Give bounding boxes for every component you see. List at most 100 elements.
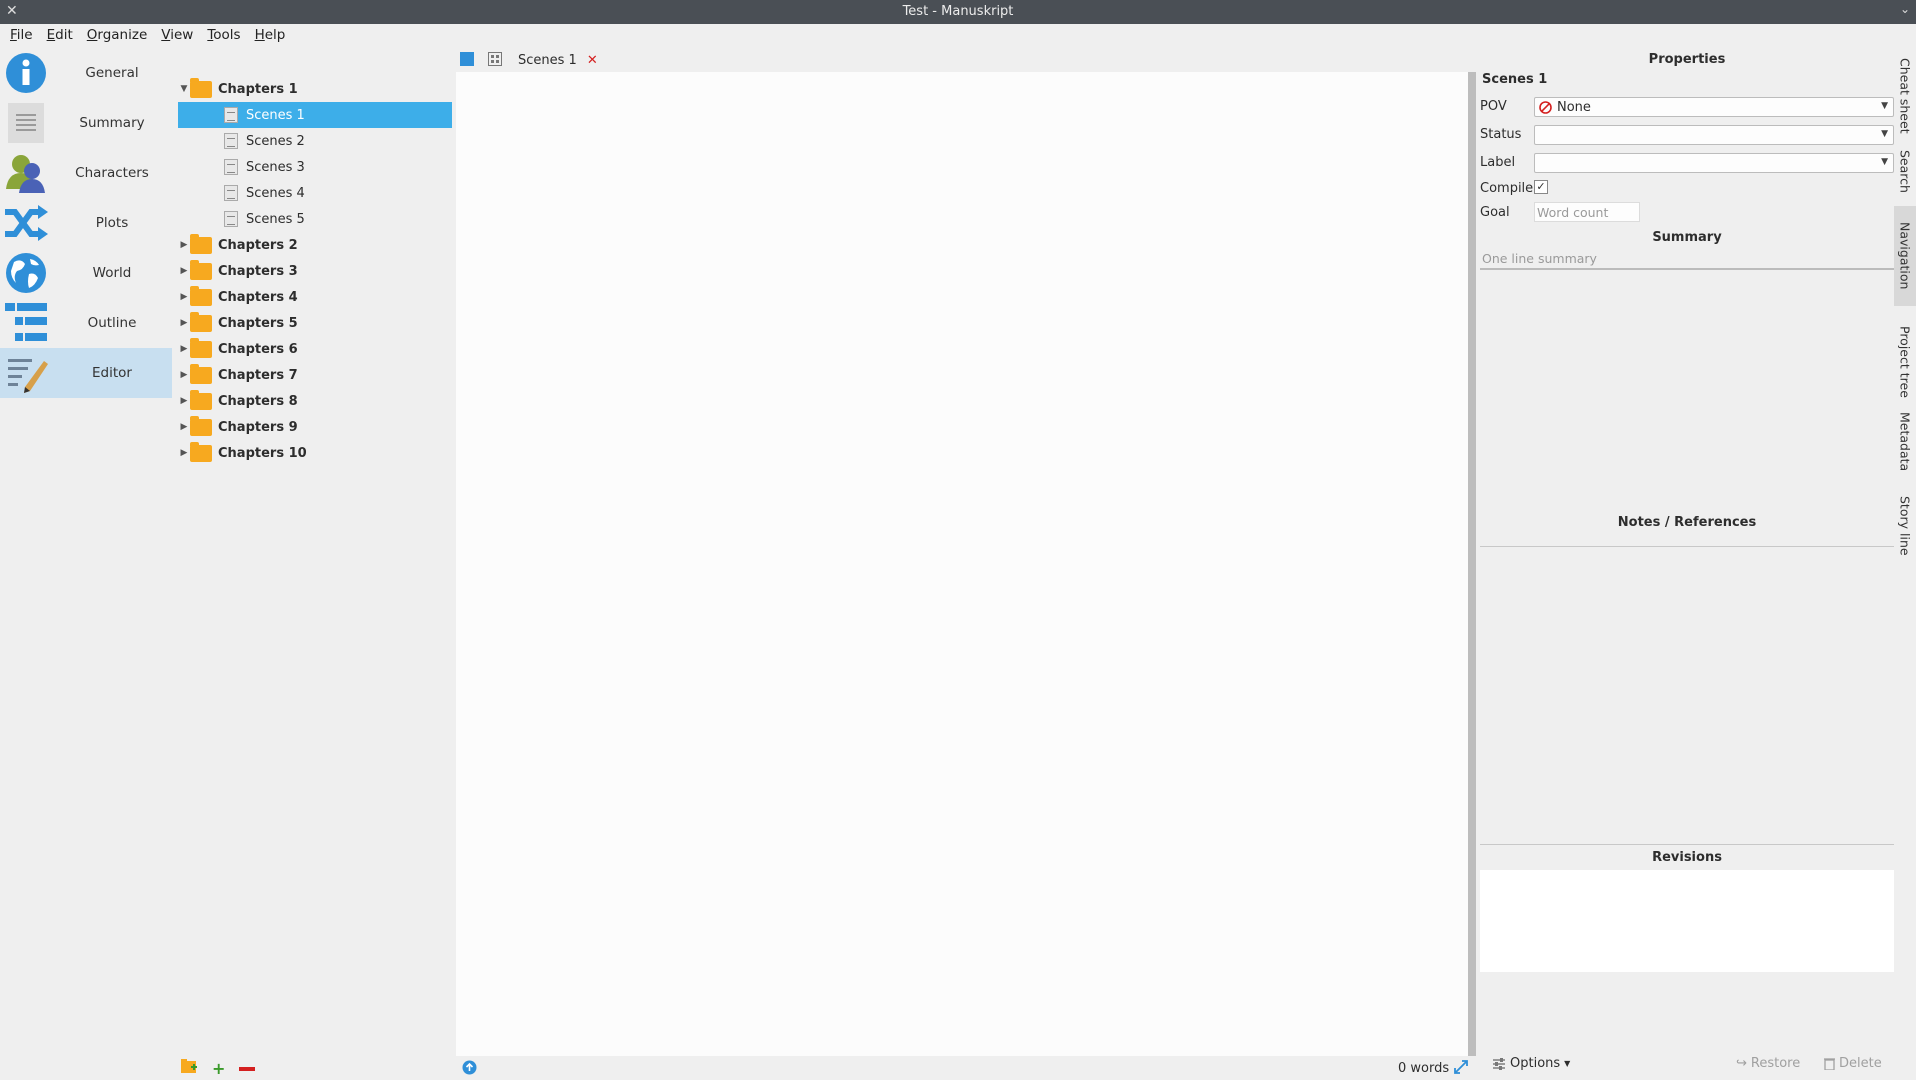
folder-icon [190,77,212,98]
upload-icon[interactable] [462,1060,477,1079]
editor-tab-bar: Scenes 1 ✕ [456,48,1468,72]
chevron-down-icon[interactable]: ⌄ [1900,2,1910,16]
restore-button[interactable]: ↪ Restore [1736,1056,1800,1071]
nav-general[interactable]: General [0,48,172,98]
chevron-right-icon[interactable]: ▶ [178,422,190,432]
tree-scene[interactable]: Scenes 5 [178,206,452,232]
nav-editor-label: Editor [92,365,132,381]
menu-tools[interactable]: Tools [207,24,248,48]
revisions-list[interactable] [1480,870,1894,972]
tree-folder[interactable]: ▶ Chapters 9 [178,414,452,440]
split-view-icon[interactable] [460,52,476,68]
pov-select[interactable]: None ▼ [1534,97,1894,117]
properties-panel: Properties Scenes 1 POV None ▼ Status ▼ … [1480,48,1894,1080]
dock-tab-story-line[interactable]: Story line [1894,486,1916,566]
chevron-right-icon[interactable]: ▶ [178,292,190,302]
divider [1480,844,1894,845]
notes-text-area[interactable] [1480,536,1894,836]
outline-icon [0,298,52,348]
document-icon [224,159,238,175]
chevron-right-icon[interactable]: ▶ [178,448,190,458]
nav-summary[interactable]: Summary [0,98,172,148]
word-count: 0 words [1398,1061,1450,1076]
tree-folder[interactable]: ▶ Chapters 10 [178,440,452,466]
main-navigation: General Summary Characters Plots World O… [0,48,172,1048]
chevron-down-icon: ▼ [1881,129,1888,139]
grid-view-icon[interactable] [488,52,504,68]
revisions-header: Revisions [1652,850,1722,865]
tree-folder[interactable]: ▶ Chapters 5 [178,310,452,336]
tree-folder[interactable]: ▶ Chapters 7 [178,362,452,388]
tree-scene[interactable]: Scenes 4 [178,180,452,206]
summary-text-area[interactable] [1480,272,1894,544]
chevron-right-icon[interactable]: ▶ [178,344,190,354]
chevron-right-icon[interactable]: ▶ [178,240,190,250]
chevron-right-icon[interactable]: ▶ [178,318,190,328]
menu-help[interactable]: Help [255,24,294,48]
dock-tabs: Cheat sheet Search Navigation Project tr… [1894,48,1916,568]
compile-checkbox[interactable]: ✓ [1534,180,1548,194]
editor-scrollbar[interactable] [1468,72,1476,1056]
fullscreen-icon[interactable] [1454,1060,1468,1078]
text-editor[interactable] [456,72,1468,1056]
dock-tab-project-tree[interactable]: Project tree [1894,312,1916,412]
close-tab-icon[interactable]: ✕ [587,53,598,68]
notes-header: Notes / References [1617,515,1757,530]
nav-characters[interactable]: Characters [0,148,172,198]
pov-label: POV [1480,99,1507,114]
tree-folder[interactable]: ▼ Chapters 1 [178,76,452,102]
nav-outline[interactable]: Outline [0,298,172,348]
menu-organize[interactable]: Organize [87,24,156,48]
add-folder-icon[interactable] [180,1058,198,1078]
editor-tab[interactable]: Scenes 1 ✕ [512,53,604,68]
status-select[interactable]: ▼ [1534,125,1894,145]
tree-scene[interactable]: Scenes 2 [178,128,452,154]
tree-folder[interactable]: ▶ Chapters 2 [178,232,452,258]
menu-edit[interactable]: Edit [47,24,81,48]
document-icon [224,133,238,149]
nav-editor[interactable]: Editor [0,348,172,398]
dock-tab-navigation[interactable]: Navigation [1894,206,1916,306]
tree-folder[interactable]: ▶ Chapters 6 [178,336,452,362]
restore-icon: ↪ [1736,1056,1747,1071]
remove-icon[interactable] [239,1061,256,1076]
document-icon [224,107,238,123]
goal-input[interactable]: Word count [1534,202,1640,222]
delete-button[interactable]: Delete [1824,1056,1882,1071]
nav-general-label: General [85,65,139,81]
document-icon [224,185,238,201]
summary-placeholder: One line summary [1482,251,1597,266]
menu-view[interactable]: View [161,24,201,48]
tree-toolbar: + [180,1058,256,1078]
options-button[interactable]: Options ▼ [1492,1056,1570,1071]
folder-icon [190,415,212,436]
chevron-right-icon[interactable]: ▶ [178,370,190,380]
dock-tab-cheat-sheet[interactable]: Cheat sheet [1894,56,1916,136]
summary-input[interactable]: One line summary [1480,248,1894,270]
dock-tab-search[interactable]: Search [1894,142,1916,200]
summary-header: Summary [1652,230,1722,245]
dock-tab-metadata[interactable]: Metadata [1894,404,1916,480]
folder-icon [190,259,212,280]
folder-icon [190,337,212,358]
chevron-right-icon[interactable]: ▶ [178,396,190,406]
menu-file[interactable]: File [10,24,41,48]
tree-scene[interactable]: Scenes 1 [178,102,452,128]
item-title: Scenes 1 [1482,72,1548,87]
label-label: Label [1480,155,1516,170]
tree-folder[interactable]: ▶ Chapters 3 [178,258,452,284]
editor-status-bar: 0 words [456,1056,1468,1080]
add-icon[interactable]: + [212,1059,225,1078]
tree-folder[interactable]: ▶ Chapters 8 [178,388,452,414]
chevron-down-icon[interactable]: ▼ [178,84,190,94]
trash-icon [1824,1058,1835,1070]
nav-world[interactable]: World [0,248,172,298]
nav-plots[interactable]: Plots [0,198,172,248]
info-icon [0,48,52,98]
nav-summary-label: Summary [79,115,145,131]
tree-folder[interactable]: ▶ Chapters 4 [178,284,452,310]
tree-scene[interactable]: Scenes 3 [178,154,452,180]
label-select[interactable]: ▼ [1534,153,1894,173]
title-bar: ✕ Test - Manuskript ⌄ [0,0,1916,24]
chevron-right-icon[interactable]: ▶ [178,266,190,276]
